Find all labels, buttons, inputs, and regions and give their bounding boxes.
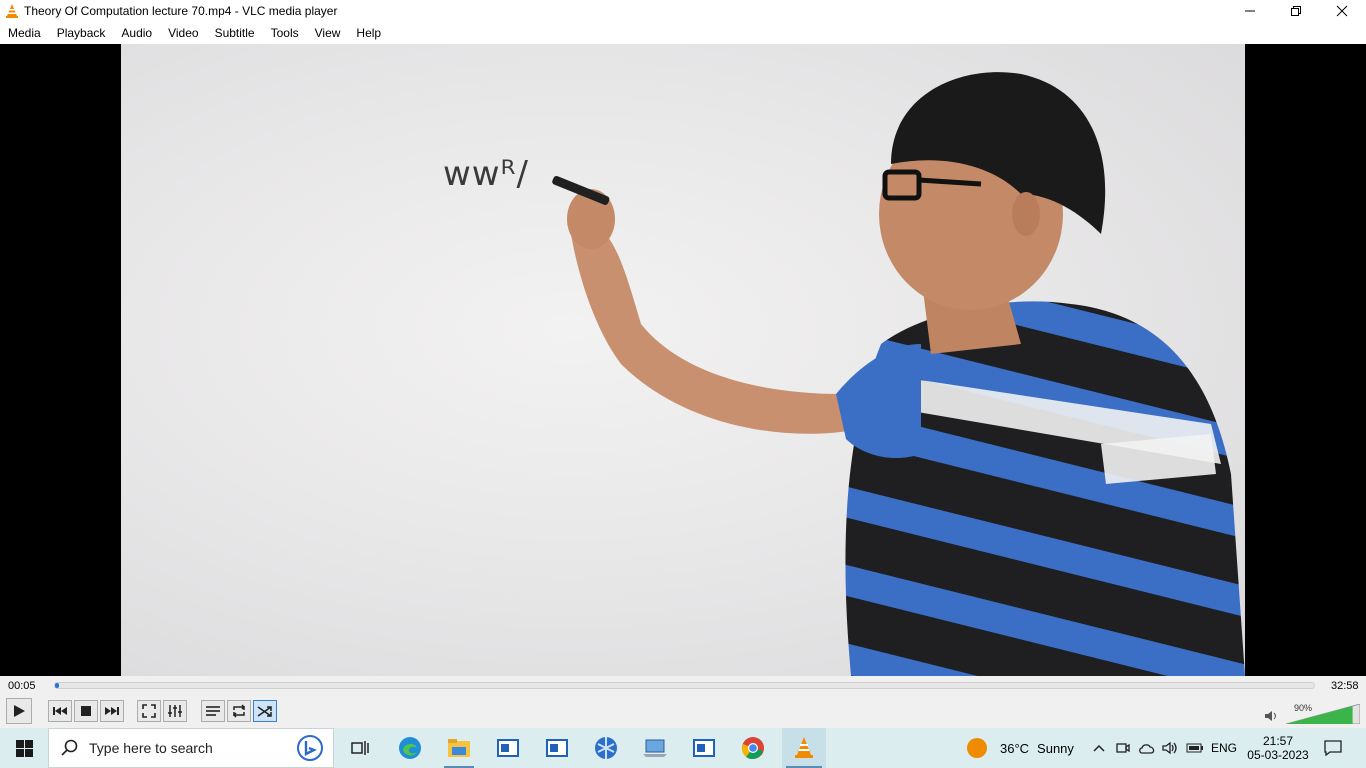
speaker-icon [1162, 741, 1177, 755]
close-icon [1336, 5, 1348, 17]
task-view-button[interactable] [342, 728, 378, 768]
search-icon [61, 739, 78, 756]
app-pinned-1[interactable] [490, 728, 526, 768]
taskbar-search[interactable]: Type here to search [48, 728, 334, 768]
volume-tray[interactable] [1160, 728, 1182, 768]
bing-icon[interactable] [297, 735, 323, 761]
laptop-app-icon [643, 739, 667, 757]
loop-button[interactable] [227, 700, 251, 722]
playlist-icon [206, 706, 220, 716]
folder-icon [448, 739, 470, 757]
play-icon [14, 705, 25, 717]
meet-now-tray[interactable] [1113, 728, 1133, 768]
loop-icon [232, 704, 246, 718]
cloud-icon [1139, 744, 1155, 754]
chevron-up-icon [1093, 744, 1105, 752]
globe-app-icon [595, 737, 617, 759]
video-area[interactable]: wwᴿ/ [0, 44, 1366, 676]
volume-icon[interactable] [1264, 710, 1278, 722]
app-pinned-3[interactable] [588, 728, 624, 768]
app-pinned-4[interactable] [637, 728, 673, 768]
window-title: Theory Of Computation lecture 70.mp4 - V… [24, 4, 338, 18]
start-button[interactable] [0, 728, 48, 768]
menu-view[interactable]: View [307, 22, 349, 44]
search-placeholder: Type here to search [89, 740, 213, 756]
taskbar: Type here to search 36°C Sunny ENG 21:57… [0, 728, 1366, 768]
language-indicator[interactable]: ENG [1208, 728, 1240, 768]
menu-subtitle[interactable]: Subtitle [207, 22, 263, 44]
show-hidden-icons-button[interactable] [1090, 728, 1108, 768]
minimize-button[interactable] [1227, 0, 1273, 22]
clock[interactable]: 21:57 05-03-2023 [1242, 728, 1314, 768]
vlc-app[interactable] [782, 728, 826, 768]
extended-settings-icon [168, 705, 182, 717]
weather-desc: Sunny [1037, 740, 1074, 756]
window-app-icon [546, 739, 568, 757]
edge-app[interactable] [392, 728, 428, 768]
extended-settings-button[interactable] [163, 700, 187, 722]
menu-audio[interactable]: Audio [113, 22, 160, 44]
play-button[interactable] [6, 698, 32, 724]
restore-button[interactable] [1273, 0, 1319, 22]
camera-icon [1116, 743, 1130, 753]
elapsed-time[interactable]: 00:05 [8, 680, 36, 692]
fullscreen-icon [142, 704, 156, 718]
stop-icon [81, 706, 91, 716]
close-button[interactable] [1319, 0, 1365, 22]
clock-date: 05-03-2023 [1247, 748, 1309, 762]
previous-icon [53, 707, 67, 715]
task-view-icon [351, 741, 369, 755]
menu-playback[interactable]: Playback [49, 22, 114, 44]
menu-video[interactable]: Video [160, 22, 206, 44]
file-explorer-app[interactable] [440, 728, 478, 768]
window-app-icon [497, 739, 519, 757]
playlist-button[interactable] [201, 700, 225, 722]
volume-slider[interactable] [1286, 704, 1360, 724]
edge-icon [399, 737, 421, 759]
window-app-icon [693, 739, 715, 757]
stop-button[interactable] [74, 700, 98, 722]
menu-bar: Media Playback Audio Video Subtitle Tool… [0, 22, 1366, 44]
restore-icon [1291, 6, 1301, 16]
random-button[interactable] [253, 700, 277, 722]
chrome-app[interactable] [734, 728, 772, 768]
playback-controls: 00:05 32:58 90% [0, 676, 1366, 728]
menu-help[interactable]: Help [348, 22, 389, 44]
title-bar: Theory Of Computation lecture 70.mp4 - V… [0, 0, 1366, 22]
random-icon [257, 706, 272, 717]
notification-center-button[interactable] [1318, 728, 1348, 768]
next-icon [105, 707, 119, 715]
app-pinned-2[interactable] [539, 728, 575, 768]
next-button[interactable] [100, 700, 124, 722]
menu-media[interactable]: Media [0, 22, 49, 44]
previous-button[interactable] [48, 700, 72, 722]
sun-icon [967, 738, 987, 758]
lecturer-figure [552, 72, 1245, 676]
seek-bar[interactable] [54, 682, 1315, 689]
notification-icon [1324, 740, 1342, 756]
battery-icon [1186, 743, 1203, 753]
battery-tray[interactable] [1184, 728, 1206, 768]
onedrive-tray[interactable] [1136, 728, 1158, 768]
clock-time: 21:57 [1262, 734, 1294, 748]
app-pinned-5[interactable] [686, 728, 722, 768]
fullscreen-button[interactable] [137, 700, 161, 722]
vlc-cone-icon [6, 4, 18, 18]
total-time[interactable]: 32:58 [1331, 680, 1359, 692]
weather-temp: 36°C [1000, 740, 1030, 756]
video-frame[interactable]: wwᴿ/ [121, 44, 1245, 676]
vlc-cone-icon [795, 737, 813, 758]
chrome-icon [742, 737, 764, 760]
weather-widget[interactable]: 36°C Sunny [966, 728, 1086, 768]
seek-progress [55, 683, 59, 688]
minimize-icon [1245, 10, 1255, 12]
windows-logo-icon [15, 739, 33, 757]
menu-tools[interactable]: Tools [263, 22, 307, 44]
